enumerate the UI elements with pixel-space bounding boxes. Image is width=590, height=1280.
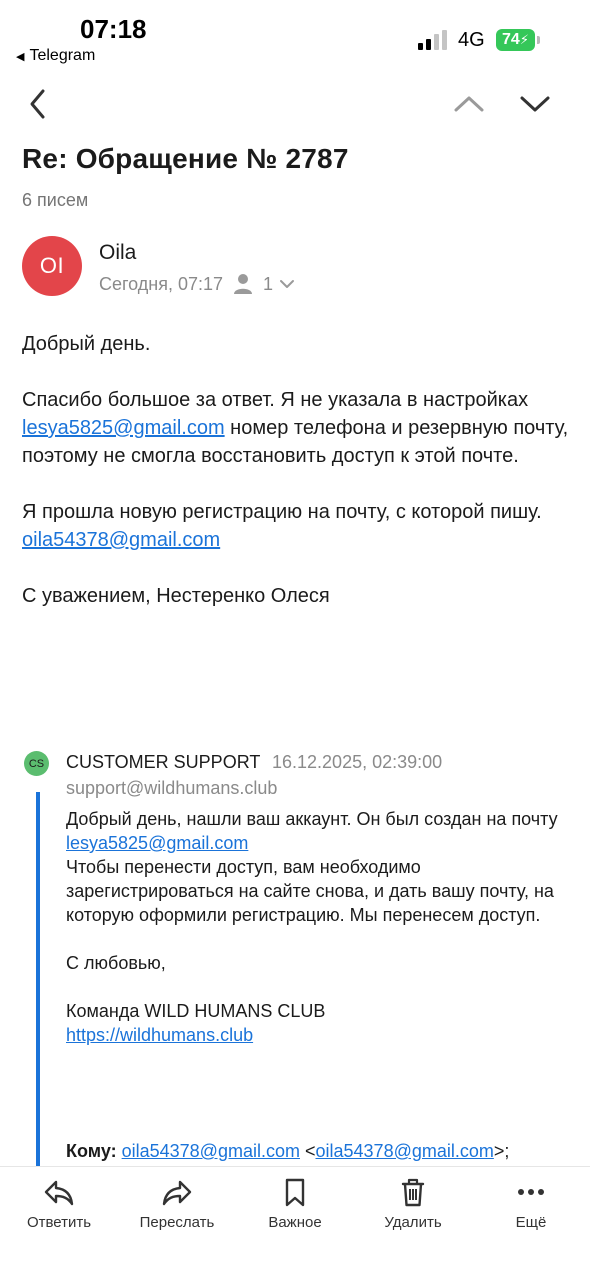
sender-avatar[interactable]: OI (22, 236, 82, 296)
email-link[interactable]: oila54378@gmail.com (22, 529, 220, 551)
expand-details-chevron-icon[interactable] (279, 278, 295, 290)
cellular-signal-icon (418, 30, 447, 50)
back-chevron-icon[interactable] (24, 86, 52, 122)
battery-level: 74 (502, 31, 520, 48)
network-type: 4G (458, 29, 485, 51)
quoted-to-line: Кому: oila54378@gmail.com <oila54378@gma… (66, 1141, 509, 1162)
email-link[interactable]: lesya5825@gmail.com (66, 833, 248, 853)
message-signature: С уважением, Нестеренко Олеся (22, 585, 330, 607)
email-link[interactable]: oila54378@gmail.com (316, 1141, 494, 1161)
more-button[interactable]: Ещё (476, 1177, 586, 1231)
text-span: Спасибо большое за ответ. Я не указала в… (22, 389, 529, 411)
bottom-toolbar: Ответить Переслать Важное Удалить Ещё (0, 1166, 590, 1280)
back-app-label: Telegram (29, 47, 96, 64)
message-greeting: Добрый день. (22, 333, 151, 355)
more-label: Ещё (515, 1214, 547, 1231)
quoted-sender-name: CUSTOMER SUPPORT (66, 752, 261, 772)
delete-button[interactable]: Удалить (358, 1177, 468, 1231)
important-button[interactable]: Важное (240, 1177, 350, 1231)
reply-button[interactable]: Ответить (4, 1177, 114, 1231)
sent-time: Сегодня, 07:17 (99, 273, 224, 294)
message-paragraph: Спасибо большое за ответ. Я не указала в… (22, 386, 570, 470)
next-message-chevron-icon[interactable] (518, 90, 552, 118)
important-label: Важное (268, 1214, 322, 1231)
quoted-team: Команда WILD HUMANS CLUB (66, 1001, 326, 1021)
email-link[interactable]: oila54378@gmail.com (122, 1141, 300, 1161)
back-to-app-link[interactable]: ◀ Telegram (16, 47, 95, 65)
email-subject: Re: Обращение № 2787 (22, 143, 349, 174)
trash-icon (401, 1178, 425, 1207)
quoted-line: Чтобы перенести доступ, вам необходимо з… (66, 857, 554, 925)
quoted-body: Добрый день, нашли ваш аккаунт. Он был с… (66, 807, 576, 1047)
quoted-line: Добрый день, нашли ваш аккаунт. Он был с… (66, 809, 558, 829)
sender-name[interactable]: Oila (99, 241, 136, 265)
sender-meta[interactable]: Сегодня, 07:17 1 (99, 273, 295, 295)
back-triangle-icon: ◀ (16, 50, 25, 63)
message-body: Добрый день. Спасибо большое за ответ. Я… (22, 330, 570, 638)
quote-bar (36, 792, 40, 1167)
delete-label: Удалить (384, 1214, 442, 1231)
thread-count: 6 писем (22, 190, 89, 210)
clock: 07:18 (80, 14, 147, 44)
forward-label: Переслать (139, 1214, 215, 1231)
text-span: >; (493, 1141, 510, 1161)
quoted-date: 16.12.2025, 02:39:00 (272, 752, 443, 772)
text-span: Я прошла новую регистрацию на почту, с к… (22, 501, 542, 523)
quoted-sender-email: support@wildhumans.club (66, 778, 278, 798)
text-span: < (299, 1141, 316, 1161)
avatar-initials: OI (39, 253, 65, 278)
quoted-closing: С любовью, (66, 953, 166, 973)
email-link[interactable]: lesya5825@gmail.com (22, 417, 225, 439)
website-link[interactable]: https://wildhumans.club (66, 1025, 253, 1045)
to-label: Кому: (66, 1141, 117, 1161)
quoted-sender-avatar: CS (24, 751, 49, 776)
previous-message-chevron-icon[interactable] (452, 90, 486, 118)
status-bar: 07:18 ◀ Telegram 4G 74 ⚡ (0, 0, 590, 70)
person-icon (234, 274, 253, 294)
bookmark-icon (285, 1178, 305, 1207)
forward-button[interactable]: Переслать (122, 1177, 232, 1231)
reply-label: Ответить (26, 1214, 92, 1231)
more-dots-icon (518, 1189, 544, 1195)
recipients-count: 1 (263, 273, 274, 294)
message-paragraph: Я прошла новую регистрацию на почту, с к… (22, 498, 570, 554)
forward-icon (162, 1180, 192, 1206)
reply-icon (44, 1180, 74, 1206)
battery-icon: 74 ⚡ (496, 29, 540, 51)
